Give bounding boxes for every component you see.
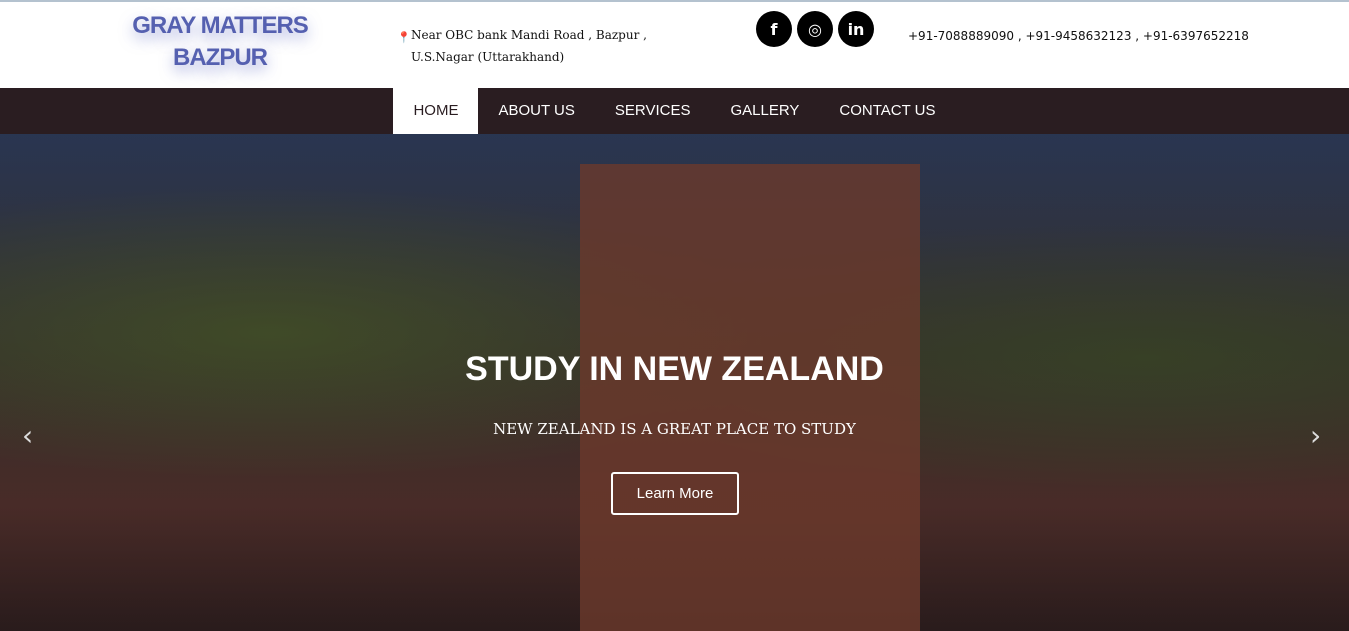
chevron-left-icon[interactable]: ‹: [22, 419, 33, 452]
address: 📍 Near OBC bank Mandi Road , Bazpur , U.S…: [397, 24, 697, 68]
nav-services[interactable]: SERVICES: [595, 88, 711, 134]
learn-more-button[interactable]: Learn More: [611, 472, 739, 515]
main-nav: HOME ABOUT US SERVICES GALLERY CONTACT U…: [0, 88, 1349, 134]
nav-about-us[interactable]: ABOUT US: [478, 88, 594, 134]
chevron-right-icon[interactable]: ›: [1310, 419, 1321, 452]
hero-carousel: STUDY IN NEW ZEALAND NEW ZEALAND IS A GR…: [0, 134, 1349, 631]
logo-line2: BAZPUR: [173, 44, 268, 71]
header: GRAY MATTERS BAZPUR 📍 Near OBC bank Mandi …: [0, 2, 1349, 88]
nav-contact-us[interactable]: CONTACT US: [819, 88, 955, 134]
logo-line1: GRAY MATTERS: [132, 12, 309, 39]
map-pin-icon: 📍: [397, 31, 411, 44]
logo[interactable]: GRAY MATTERS BAZPUR: [100, 10, 340, 74]
linkedin-icon[interactable]: in: [838, 11, 874, 47]
hero-subtitle: NEW ZEALAND IS A GREAT PLACE TO STUDY: [493, 420, 856, 438]
hero-title: STUDY IN NEW ZEALAND: [465, 350, 884, 388]
nav-gallery[interactable]: GALLERY: [710, 88, 819, 134]
facebook-icon[interactable]: f: [756, 11, 792, 47]
social-links: f ◎ in: [756, 11, 874, 47]
hero-background-image: [580, 164, 920, 631]
phone-numbers: +91-7088889090 , +91-9458632123 , +91-63…: [908, 29, 1249, 43]
instagram-icon[interactable]: ◎: [797, 11, 833, 47]
nav-home[interactable]: HOME: [393, 88, 479, 134]
address-text: Near OBC bank Mandi Road , Bazpur , U.S.…: [411, 28, 647, 64]
